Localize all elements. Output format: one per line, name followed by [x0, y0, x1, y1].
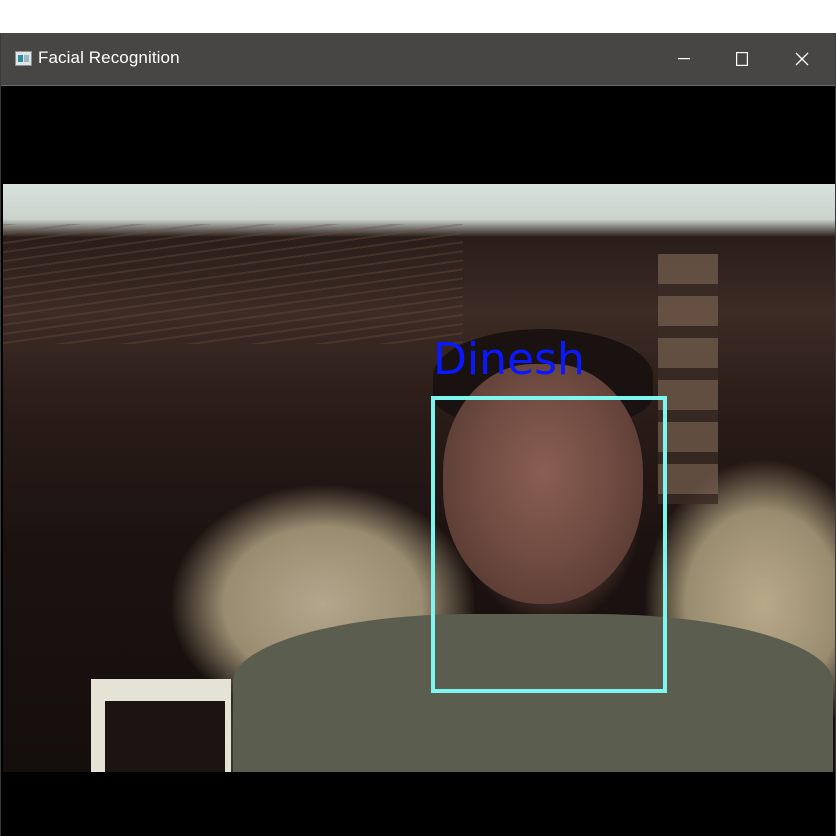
window-title: Facial Recognition — [38, 48, 180, 67]
recognized-name-label: Dinesh — [433, 334, 585, 385]
close-icon — [795, 52, 809, 66]
picture-frame — [91, 679, 231, 772]
minimize-icon — [678, 58, 690, 60]
maximize-button[interactable] — [713, 33, 771, 85]
title-bar[interactable]: Facial Recognition — [1, 33, 835, 86]
video-viewport: Dinesh — [1, 86, 835, 836]
app-icon[interactable] — [15, 51, 32, 66]
face-detection-box — [431, 396, 667, 693]
app-window: Facial Recognition Dinesh — [0, 33, 836, 836]
wall-panel — [658, 254, 718, 504]
maximize-icon — [736, 52, 748, 66]
camera-frame — [3, 184, 835, 772]
close-button[interactable] — [773, 33, 831, 85]
headboard-texture — [3, 224, 463, 344]
minimize-button[interactable] — [655, 33, 713, 85]
